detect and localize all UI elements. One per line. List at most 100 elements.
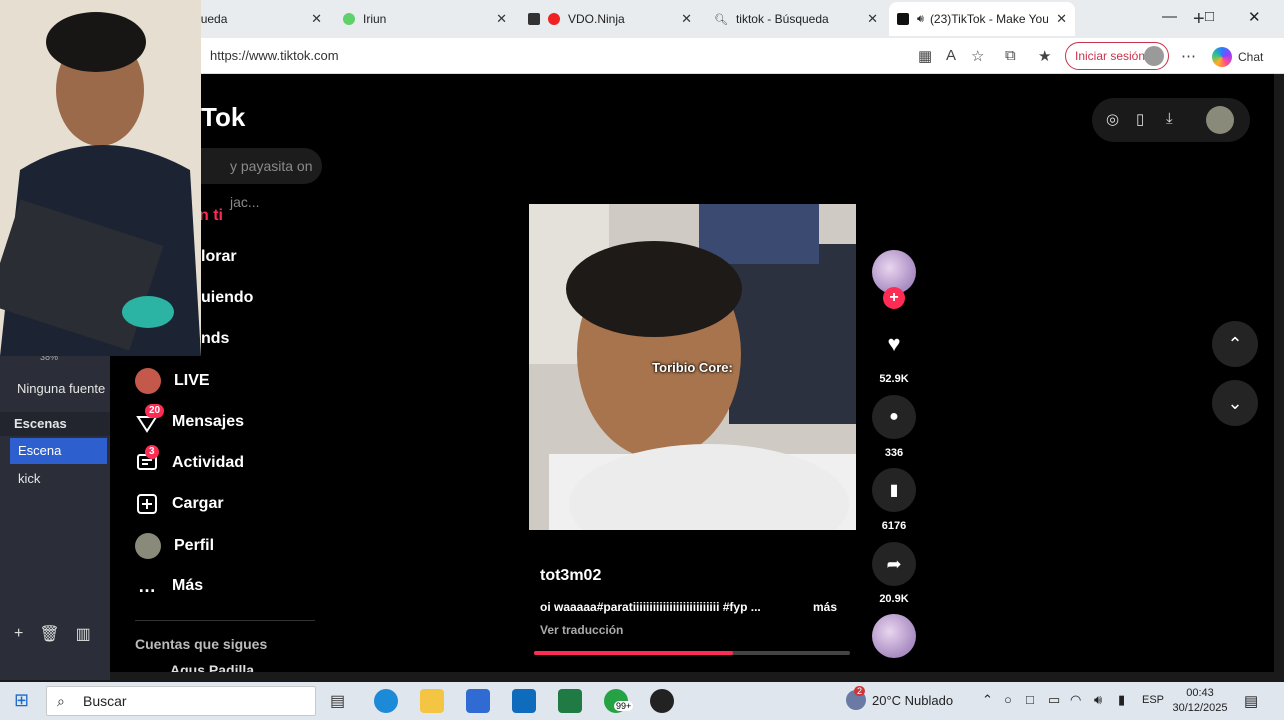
taskbar-search[interactable]: ⌕ Buscar [46, 686, 316, 716]
see-translation-link[interactable]: Ver traducción [540, 623, 623, 637]
phone-icon[interactable]: ▯ [1136, 110, 1144, 128]
nav-more[interactable]: … Más [135, 574, 203, 598]
comment-count: 336 [884, 447, 904, 459]
share-button[interactable]: ➦ [872, 542, 916, 586]
like-button[interactable]: ♥ [872, 322, 916, 366]
excel-icon[interactable] [558, 689, 582, 713]
sidebar-divider [135, 620, 315, 621]
file-explorer-icon[interactable] [420, 689, 444, 713]
user-avatar-icon[interactable] [1206, 106, 1234, 134]
extensions-icon[interactable]: ⧉ [1005, 47, 1016, 64]
messages-icon: 20 [135, 404, 165, 434]
close-icon[interactable]: ✕ [681, 11, 692, 27]
volume-icon[interactable]: 🔊︎ [1094, 692, 1102, 708]
close-icon[interactable]: ✕ [1056, 11, 1067, 27]
store-icon[interactable] [466, 689, 490, 713]
onedrive-icon[interactable]: ○ [1004, 692, 1012, 707]
new-tab-icon[interactable]: + [1193, 8, 1205, 31]
nav-messages[interactable]: 20 Mensajes [135, 404, 244, 434]
whatsapp-icon[interactable]: 99+ [604, 689, 634, 713]
obs-icon[interactable] [650, 689, 674, 713]
obs-scene-item[interactable]: Escena [10, 438, 107, 464]
task-view-icon[interactable]: ▤ [330, 691, 345, 711]
next-video-button[interactable]: ⌄ [1212, 380, 1258, 426]
video-player[interactable]: Toribio Core: [529, 204, 856, 530]
comment-button[interactable]: ● [872, 395, 916, 439]
windows-start-icon[interactable]: ⊞ [14, 690, 29, 711]
address-bar: https://www.tiktok.com ▦ A ☆ ⧉ ★ Iniciar… [110, 38, 1284, 74]
nav-profile[interactable]: Perfil [135, 533, 214, 559]
video-progress-fill [534, 651, 734, 655]
app-available-icon[interactable]: ▦ [918, 47, 932, 65]
video-caption-overlay: Toribio Core: [652, 360, 733, 375]
nav-for-you[interactable]: n ti [199, 207, 223, 225]
close-icon[interactable]: ✕ [867, 11, 878, 27]
tab-vdo-ninja[interactable]: VDO.Ninja ✕ [520, 2, 700, 36]
more-menu-icon[interactable]: ⋯ [1181, 47, 1196, 65]
music-disc-icon[interactable] [872, 614, 916, 658]
following-account-item[interactable]: Agus Padilla [170, 662, 254, 672]
whatsapp-badge: 99+ [614, 701, 634, 711]
tab-title: VDO.Ninja [568, 12, 625, 26]
compass-icon[interactable]: ◎ [1106, 110, 1119, 128]
live-avatar-icon [135, 368, 161, 394]
device-icon[interactable]: □ [1026, 692, 1034, 707]
nav-following[interactable]: uiendo [201, 289, 253, 307]
outlook-icon[interactable] [512, 689, 536, 713]
video-author[interactable]: tot3m02 [540, 567, 601, 585]
previous-video-button[interactable]: ⌃ [1212, 321, 1258, 367]
obs-scene-item[interactable]: kick [10, 466, 107, 492]
webcam-overlay [0, 0, 201, 356]
nav-friends[interactable]: nds [201, 330, 229, 348]
activity-badge: 3 [145, 445, 159, 459]
filter-icon[interactable]: ▥ [76, 624, 91, 644]
url-field[interactable]: https://www.tiktok.com [210, 48, 339, 63]
tab-tiktok[interactable]: 🔊︎ (23)TikTok - Make You ✕ [889, 2, 1075, 36]
obs-source-label: Ninguna fuente [0, 372, 110, 406]
like-count: 52.9K [879, 373, 909, 385]
follow-plus-icon[interactable]: + [883, 287, 905, 309]
weather-label[interactable]: 20°C Nublado [872, 693, 953, 708]
save-button[interactable]: ▮ [872, 468, 916, 512]
nav-activity[interactable]: 3 Actividad [135, 445, 244, 475]
tab-tiktok-search[interactable]: 🔍︎ tiktok - Búsqueda ✕ [706, 2, 886, 36]
window-close-icon[interactable]: ✕ [1248, 8, 1261, 26]
nav-live[interactable]: LIVE [135, 368, 210, 394]
maximize-icon[interactable]: □ [1205, 8, 1214, 25]
tab-iriun[interactable]: Iriun ✕ [335, 2, 515, 36]
notifications-icon[interactable]: ▤ [1244, 692, 1258, 710]
copilot-icon [1212, 47, 1232, 67]
tiktok-logo[interactable]: Tok [201, 102, 245, 133]
battery-icon[interactable]: ▭ [1048, 692, 1060, 708]
following-accounts-header: Cuentas que sigues [135, 636, 268, 652]
system-clock[interactable]: 00:43 30/12/2025 [1172, 686, 1228, 716]
translate-icon[interactable]: A [946, 47, 956, 64]
nav-upload[interactable]: Cargar [135, 492, 224, 516]
close-icon[interactable]: ✕ [496, 11, 507, 27]
chevron-up-icon[interactable]: ⌃ [982, 692, 993, 708]
desktop: 38% Ninguna fuente Escenas Escena kick +… [0, 0, 1284, 720]
video-progress-bar[interactable] [534, 651, 850, 655]
wifi-icon[interactable]: ◠ [1070, 692, 1081, 708]
microphone-icon[interactable]: ▮ [1118, 692, 1125, 708]
add-icon[interactable]: + [14, 625, 23, 643]
upload-plus-icon [135, 492, 159, 516]
obs-scene-toolbar: + 🗑 ▥ [0, 620, 110, 648]
more-dots-icon: … [138, 575, 156, 596]
signin-button[interactable]: Iniciar sesión [1065, 42, 1169, 70]
description-more-link[interactable]: más [813, 600, 837, 614]
close-icon[interactable]: ✕ [311, 11, 322, 27]
copilot-chat-button[interactable]: Chat [1212, 47, 1263, 67]
comment-icon: ● [889, 408, 899, 425]
tiktok-page: Tok y payasita on jac... n ti lorar uien… [110, 74, 1274, 672]
favorites-icon[interactable]: ★ [1038, 47, 1051, 65]
input-language[interactable]: ESP [1142, 694, 1164, 706]
favorite-star-icon[interactable]: ☆ [971, 47, 984, 65]
trash-icon[interactable]: 🗑 [39, 624, 59, 644]
download-icon[interactable]: ⤓ [1166, 110, 1173, 127]
minimize-icon[interactable]: — [1162, 8, 1177, 25]
edge-icon[interactable] [374, 689, 398, 713]
nav-explore[interactable]: lorar [201, 248, 237, 266]
obs-scenes-header: Escenas [0, 412, 110, 436]
weather-icon[interactable]: 2 [846, 686, 866, 710]
